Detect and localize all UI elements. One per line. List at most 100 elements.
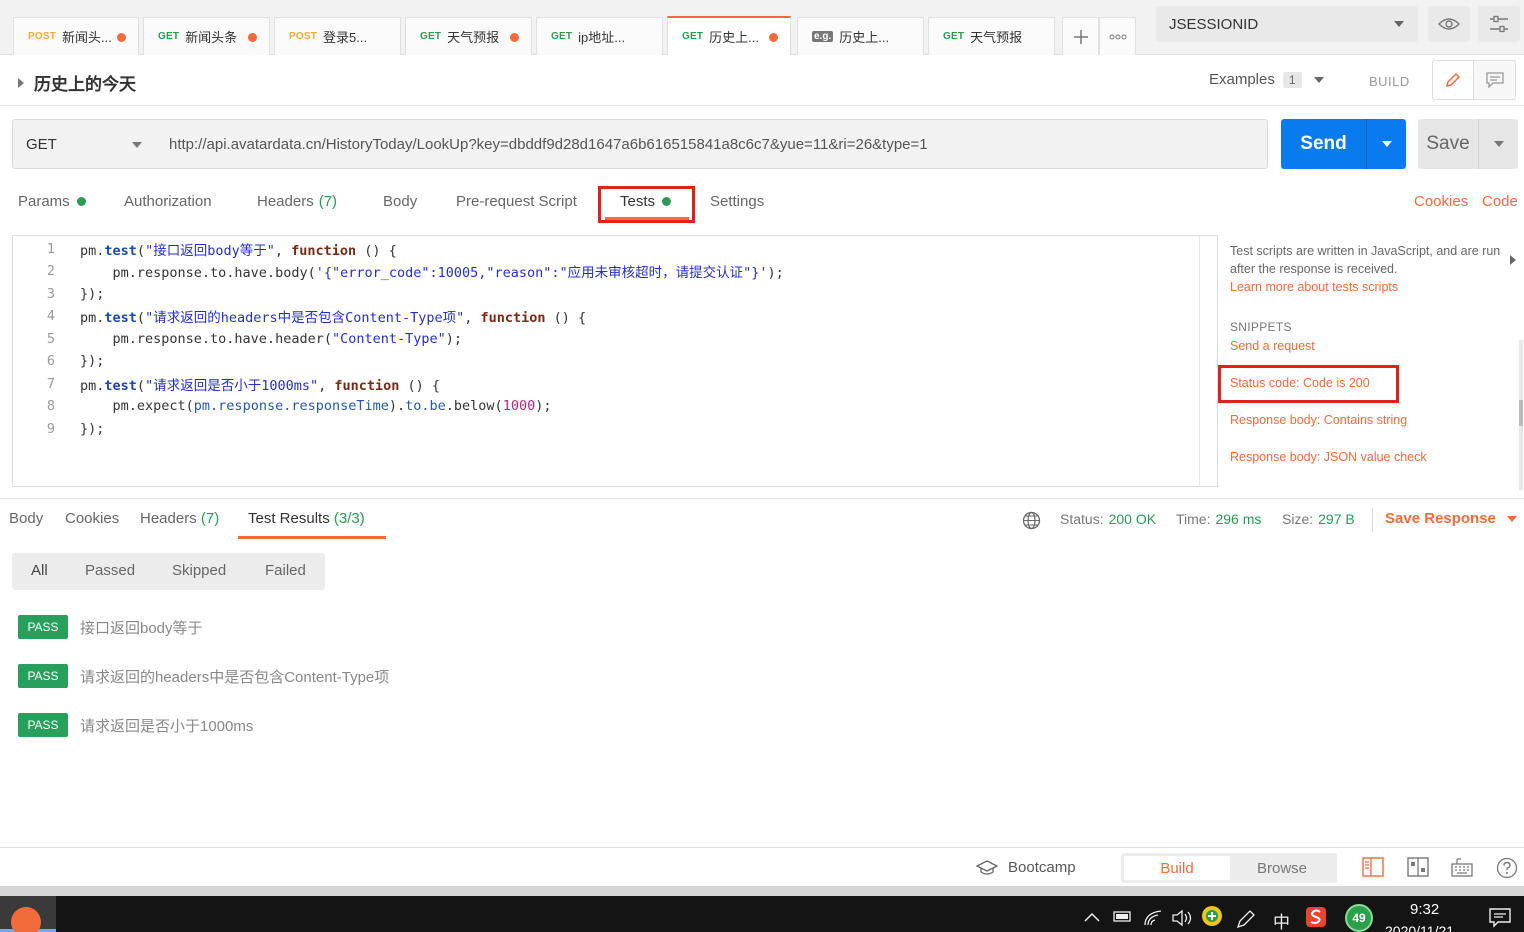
save-response-button[interactable]: Save Response [1385, 510, 1517, 527]
response-tab-test-results[interactable]: Test Results (3/3) [248, 510, 365, 527]
line-number: 2 [46, 263, 55, 279]
pencil-icon [1445, 72, 1461, 88]
eye-icon [1438, 18, 1460, 30]
clock-time[interactable]: 9:32 [1410, 901, 1439, 918]
tab-authorization[interactable]: Authorization [124, 193, 212, 210]
snippet-item[interactable]: Response body: JSON value check [1230, 450, 1427, 464]
method-select[interactable]: GET [12, 119, 157, 169]
response-tab-body[interactable]: Body [9, 510, 43, 527]
snippets-description: Test scripts are written in JavaScript, … [1230, 244, 1501, 276]
edit-button[interactable] [1432, 60, 1474, 100]
browse-mode-button[interactable]: Browse [1230, 856, 1334, 880]
tab-params[interactable]: Params [18, 193, 86, 210]
example-tab[interactable]: e.g. 历史上... [797, 17, 924, 55]
chevron-down-icon [1313, 76, 1324, 83]
url-input[interactable]: http://api.avatardata.cn/HistoryToday/Lo… [156, 119, 1268, 169]
request-tab[interactable]: GET 天气预报 [928, 17, 1055, 55]
request-tab[interactable]: GET 新闻头条 [143, 17, 270, 55]
tab-method: GET [158, 31, 180, 42]
tests-code-editor[interactable]: 1 pm.test("接口返回body等于", function () { 2 … [12, 235, 1218, 487]
response-tab-headers[interactable]: Headers (7) [140, 510, 219, 527]
network-globe-icon[interactable] [1022, 511, 1041, 533]
unsaved-dot-icon [117, 33, 126, 42]
status-bar: Bootcamp Build Browse [0, 847, 1524, 887]
ime-indicator[interactable]: 中 [1273, 908, 1290, 932]
more-icon [1109, 34, 1126, 39]
comments-button[interactable] [1474, 60, 1516, 100]
postman-taskbar-button[interactable] [0, 896, 56, 932]
new-tab-button[interactable] [1062, 17, 1099, 55]
tab-label: 天气预报 [447, 30, 500, 45]
save-button[interactable]: Save [1418, 119, 1478, 169]
response-tab-cookies[interactable]: Cookies [65, 510, 119, 527]
tab-headers[interactable]: Headers (7) [257, 193, 337, 210]
request-tab-active[interactable]: GET 历史上... [667, 16, 791, 55]
editor-scrollbar[interactable] [1199, 236, 1218, 486]
network-speed-badge[interactable]: 49 [1345, 904, 1373, 932]
send-button[interactable]: Send [1281, 119, 1366, 169]
send-options-button[interactable] [1366, 119, 1406, 169]
code-line: 2 pm.response.to.have.body('{"error_code… [13, 260, 784, 282]
battery-icon[interactable] [1113, 909, 1133, 928]
save-options-button[interactable] [1478, 119, 1518, 169]
cookies-link[interactable]: Cookies [1414, 193, 1468, 210]
tab-options-button[interactable] [1099, 17, 1136, 55]
filter-all[interactable]: All [31, 562, 48, 579]
help-icon[interactable] [1496, 857, 1518, 882]
line-number: 6 [46, 353, 55, 369]
volume-icon[interactable] [1171, 909, 1193, 932]
scrollbar-thumb[interactable] [1519, 400, 1523, 426]
snippet-item[interactable]: Send a request [1230, 339, 1315, 353]
tab-body[interactable]: Body [383, 193, 417, 210]
tab-label: 历史上... [709, 30, 760, 45]
tray-expand-icon[interactable] [1084, 909, 1100, 927]
pen-tray-icon[interactable] [1235, 909, 1257, 932]
code-line: 6 }); [13, 350, 105, 372]
filter-passed[interactable]: Passed [85, 562, 135, 579]
request-tab[interactable]: POST 新闻头... [13, 17, 139, 55]
snippet-item[interactable]: Response body: Contains string [1230, 413, 1407, 427]
panel-scrollbar[interactable] [1519, 340, 1523, 490]
tab-label: 天气预报 [970, 30, 1023, 45]
filter-skipped[interactable]: Skipped [172, 562, 226, 579]
notifications-icon[interactable] [1489, 908, 1511, 932]
keyboard-shortcuts-icon[interactable] [1451, 857, 1473, 880]
code-line: 8 pm.expect(pm.response.responseTime).to… [13, 395, 552, 417]
request-title[interactable]: 历史上的今天 [18, 70, 136, 95]
status-value: 200 OK [1108, 511, 1157, 527]
test-result-row: PASS 请求返回是否小于1000ms [18, 713, 253, 737]
save-response-label: Save Response [1385, 510, 1496, 527]
tab-settings[interactable]: Settings [710, 193, 764, 210]
chevron-down-icon [1394, 21, 1404, 27]
test-name: 请求返回的headers中是否包含Content-Type项 [80, 668, 390, 686]
bootcamp-button[interactable]: Bootcamp [976, 859, 1076, 876]
request-tab[interactable]: GET 天气预报 [405, 17, 532, 55]
wifi-icon[interactable] [1143, 909, 1163, 932]
chevron-down-icon [132, 142, 142, 148]
code-line: 1 pm.test("接口返回body等于", function () { [13, 238, 397, 260]
request-tab[interactable]: GET ip地址... [536, 17, 663, 55]
manage-environments-button[interactable] [1478, 6, 1520, 42]
pane-divider[interactable] [0, 498, 1524, 499]
test-results-count: (3/3) [333, 510, 365, 527]
learn-more-link[interactable]: Learn more about tests scripts [1230, 280, 1398, 294]
app-tray-icon[interactable] [1201, 905, 1223, 932]
graduation-cap-icon [976, 859, 998, 875]
environment-quick-look-button[interactable] [1428, 6, 1470, 42]
collapse-panel-icon[interactable] [1510, 255, 1516, 265]
tab-pre-request-script[interactable]: Pre-request Script [456, 193, 577, 210]
build-mode-button[interactable]: Build [1124, 856, 1230, 880]
request-tab[interactable]: POST 登录5... [274, 17, 401, 55]
code-link[interactable]: Code [1482, 193, 1518, 210]
line-number: 9 [46, 421, 55, 437]
examples-dropdown[interactable]: Examples 1 [1209, 71, 1324, 88]
layout-grid-icon[interactable] [1407, 857, 1429, 880]
environment-select[interactable]: JSESSIONID [1156, 6, 1418, 42]
examples-label: Examples [1209, 71, 1275, 88]
sogou-input-icon[interactable] [1305, 906, 1327, 932]
response-headers-label: Headers [140, 510, 197, 527]
examples-count: 1 [1282, 71, 1302, 88]
clock-date[interactable]: 2020/11/21 [1385, 923, 1454, 932]
filter-failed[interactable]: Failed [265, 562, 306, 579]
two-pane-view-icon[interactable] [1362, 857, 1384, 880]
